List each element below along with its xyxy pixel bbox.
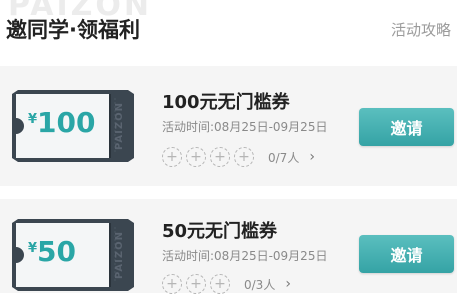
coupon-date: 活动时间:08月25日-09月25日 xyxy=(162,249,328,263)
voucher-brand: PAIZON xyxy=(114,102,125,150)
voucher-ticket: ¥100 PAIZON xyxy=(12,90,134,162)
invite-button[interactable]: 邀请 xyxy=(359,235,454,273)
activity-guide-link[interactable]: 活动攻略 xyxy=(391,19,451,40)
chevron-right-icon[interactable]: › xyxy=(285,276,291,292)
page-header: PAIZON 邀同学·领福利 活动攻略 xyxy=(0,0,457,60)
plus-circle-icon[interactable]: + xyxy=(210,274,230,294)
invite-progress: 0/3人 xyxy=(244,277,276,292)
voucher-ticket: ¥50 PAIZON xyxy=(12,219,134,291)
plus-circle-icon[interactable]: + xyxy=(210,147,230,167)
coupon-title: 50元无门槛券 xyxy=(162,221,278,242)
invite-slots[interactable]: + + + 0/3人 › xyxy=(162,273,291,295)
currency-symbol: ¥ xyxy=(28,112,38,127)
coupon-card: ¥100 PAIZON 100元无门槛券 活动时间:08月25日-09月25日 … xyxy=(0,66,457,186)
plus-circle-icon[interactable]: + xyxy=(162,147,182,167)
invite-button[interactable]: 邀请 xyxy=(359,108,454,146)
coupon-card: ¥50 PAIZON 50元无门槛券 活动时间:08月25日-09月25日 + … xyxy=(0,199,457,295)
voucher-amount: ¥100 xyxy=(28,106,108,139)
coupon-title: 100元无门槛券 xyxy=(162,92,290,113)
currency-symbol: ¥ xyxy=(28,241,38,256)
plus-circle-icon[interactable]: + xyxy=(234,147,254,167)
voucher-brand: PAIZON xyxy=(114,231,125,279)
page-title: 邀同学·领福利 xyxy=(6,18,140,42)
invite-progress: 0/7人 xyxy=(268,150,300,165)
voucher-amount: ¥50 xyxy=(28,235,108,268)
amount-value: 100 xyxy=(37,106,96,139)
coupon-date: 活动时间:08月25日-09月25日 xyxy=(162,120,328,134)
plus-circle-icon[interactable]: + xyxy=(186,147,206,167)
chevron-right-icon[interactable]: › xyxy=(309,149,315,165)
plus-circle-icon[interactable]: + xyxy=(186,274,206,294)
invite-slots[interactable]: + + + + 0/7人 › xyxy=(162,146,315,168)
amount-value: 50 xyxy=(37,235,77,268)
plus-circle-icon[interactable]: + xyxy=(162,274,182,294)
